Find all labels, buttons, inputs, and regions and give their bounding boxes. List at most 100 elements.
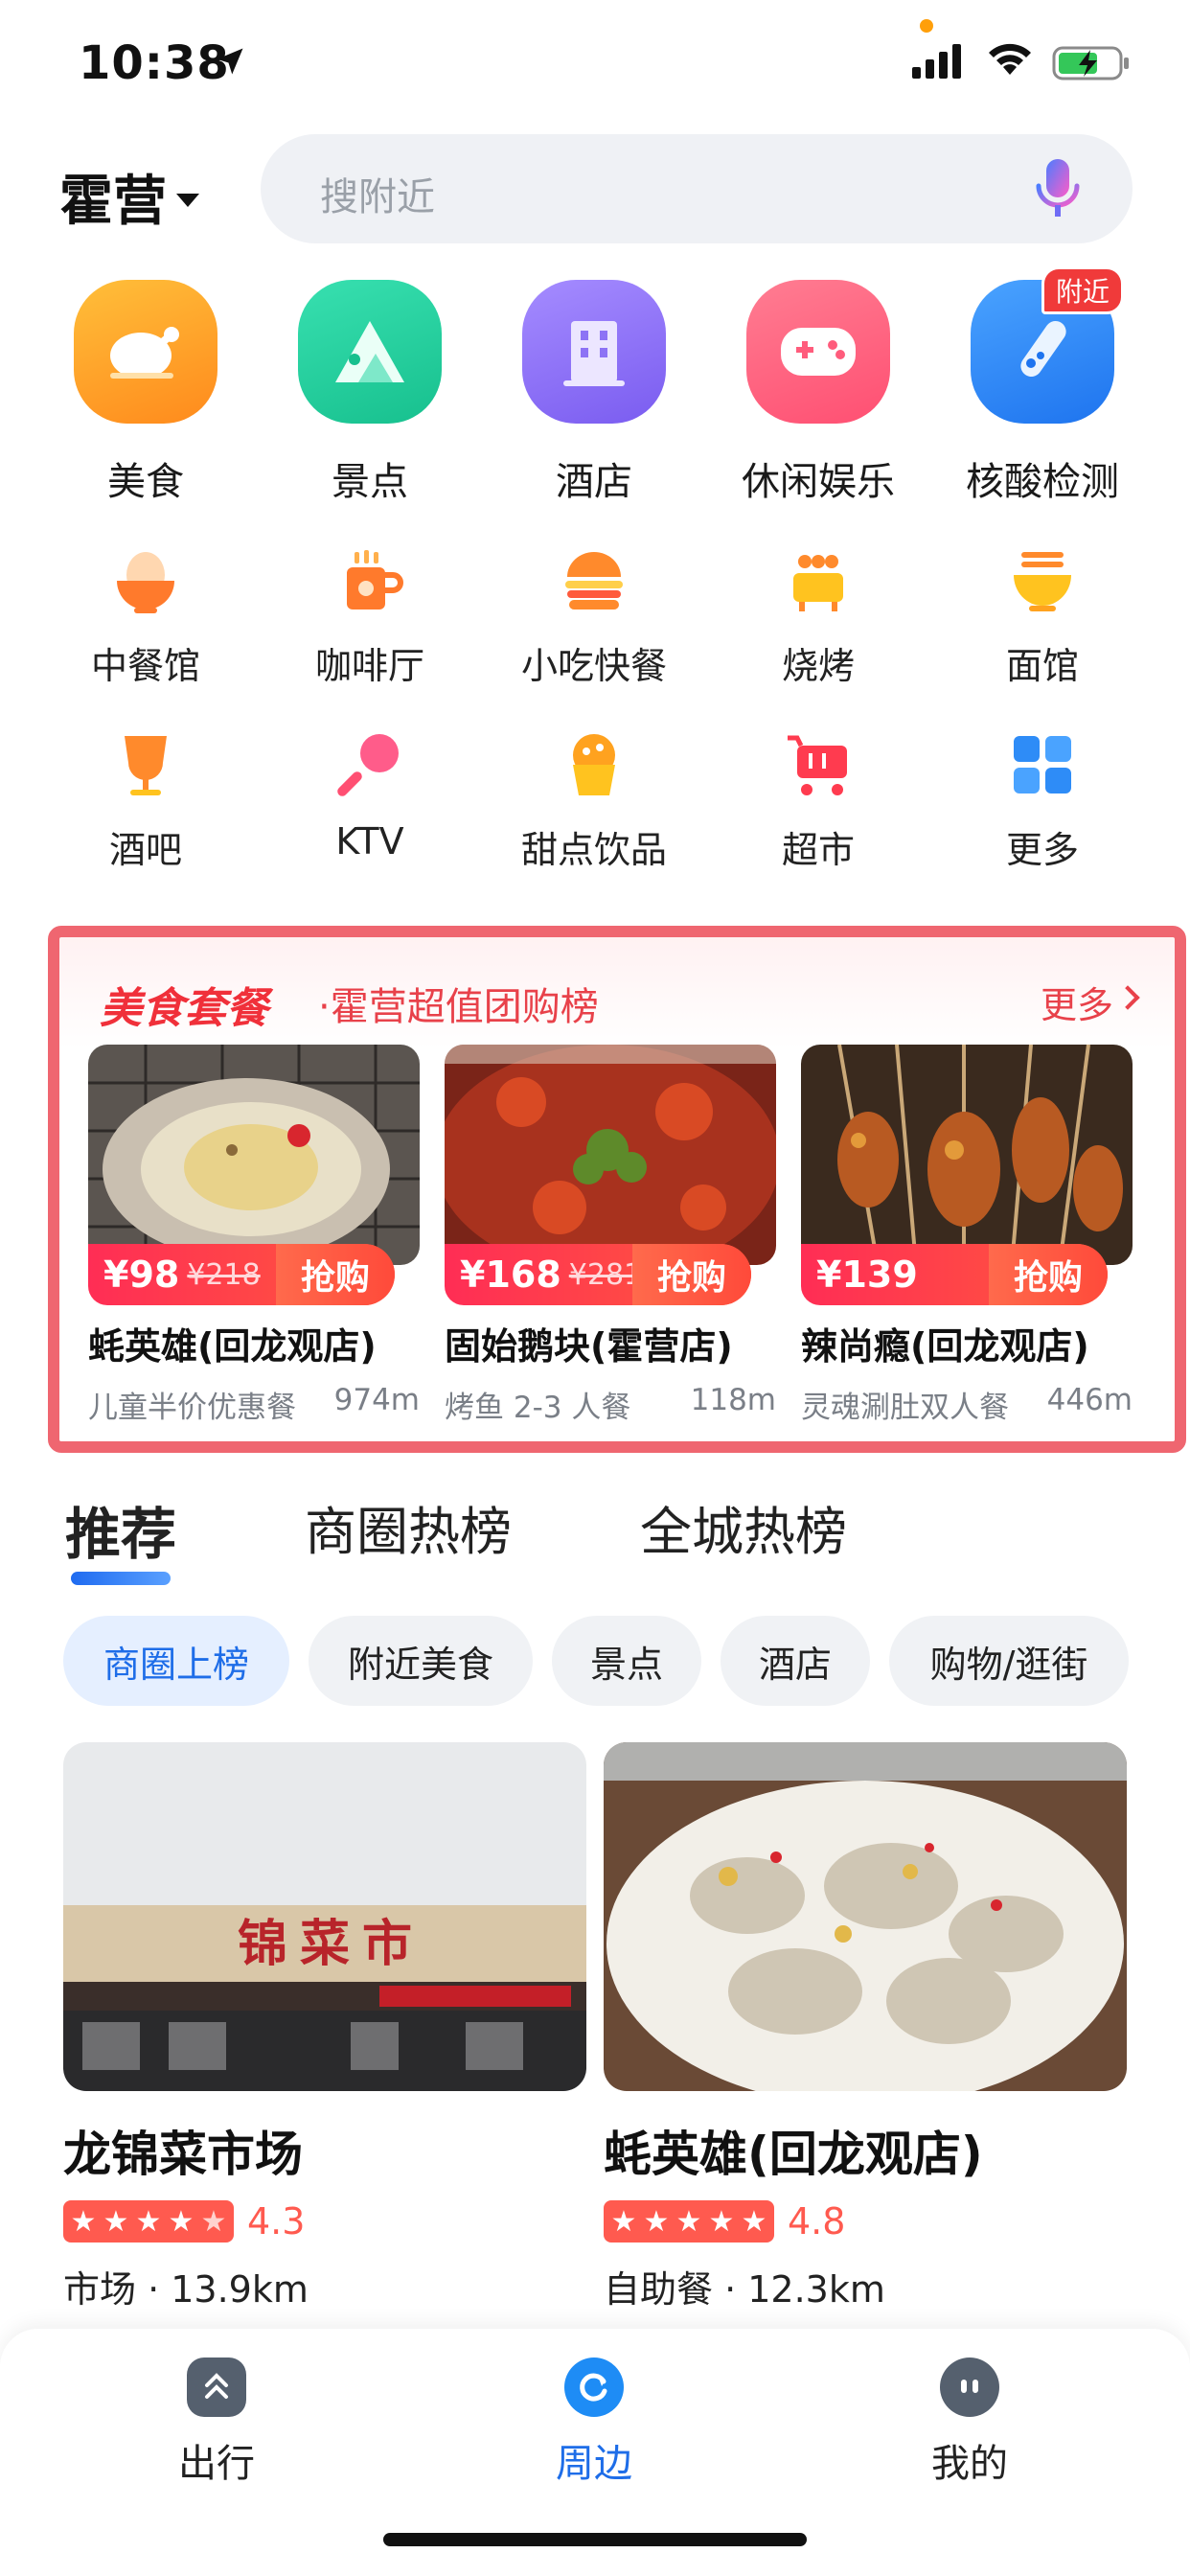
star-icon: ★ — [70, 2204, 97, 2239]
chip-district-ranked[interactable]: 商圈上榜 — [63, 1616, 289, 1706]
combo-more-link[interactable]: 更多 — [1041, 976, 1113, 1028]
wifi-icon — [989, 43, 1031, 75]
subcategory-bar[interactable]: 酒吧 — [40, 726, 251, 873]
chip-scenic[interactable]: 景点 — [552, 1616, 701, 1706]
deal-description: 儿童半价优惠餐 — [88, 1391, 296, 1425]
status-time: 10:38 — [79, 36, 230, 90]
buy-now-button[interactable]: 抢购 — [632, 1244, 751, 1305]
combo-card[interactable]: ¥139 抢购 辣尚瘾(回龙观店) 灵魂涮肚双人餐 446m — [801, 1045, 1133, 1426]
chip-shopping[interactable]: 购物/逛街 — [889, 1616, 1129, 1706]
buy-now-button[interactable]: 抢购 — [989, 1244, 1108, 1305]
market-photo: 锦 菜 市 — [63, 1742, 586, 2091]
subcategory-snack[interactable]: 小吃快餐 — [489, 542, 699, 689]
rating-score: 4.8 — [788, 2200, 846, 2242]
nav-label: 我的 — [931, 2442, 1008, 2486]
combo-subtitle: ·霍营超值团购榜 — [318, 985, 599, 1029]
star-icon: ★ — [200, 2204, 227, 2239]
gamepad-icon — [746, 280, 890, 424]
original-price: ¥281 — [568, 1257, 643, 1292]
category-entertainment[interactable]: 休闲娱乐 — [722, 280, 914, 506]
subcategory-label: 面馆 — [1005, 645, 1079, 687]
microphone-icon[interactable] — [1033, 155, 1083, 222]
price-bar: ¥98 ¥218 抢购 — [88, 1244, 395, 1305]
star-rating: ★ ★ ★ ★ ★ — [604, 2200, 774, 2242]
distance: 118m — [690, 1383, 776, 1417]
star-icon: ★ — [168, 2204, 195, 2239]
caret-down-icon — [176, 193, 199, 207]
shop-name: 辣尚瘾(回龙观店) — [801, 1325, 1089, 1368]
distance: 974m — [333, 1383, 420, 1417]
shopping-cart-icon — [780, 726, 857, 803]
chip-hotel[interactable]: 酒店 — [721, 1616, 870, 1706]
subcategory-label: 更多 — [1005, 829, 1079, 871]
search-bar[interactable]: 搜附近 — [261, 134, 1133, 243]
subcategory-label: KTV — [335, 820, 404, 862]
place-meta: 自助餐 · 12.3km — [604, 2268, 885, 2311]
star-icon: ★ — [610, 2204, 637, 2239]
deal-price: ¥98 — [103, 1254, 180, 1296]
nav-nearby[interactable]: 周边 — [498, 2358, 690, 2488]
buy-now-button[interactable]: 抢购 — [276, 1244, 395, 1305]
feed-tabs: 推荐 商圈热榜 全城热榜 — [0, 1476, 1190, 1591]
subcategory-dessert[interactable]: 甜点饮品 — [489, 726, 699, 873]
city-selector[interactable]: 霍营 — [59, 158, 199, 236]
subcategory-supermarket[interactable]: 超市 — [713, 726, 924, 873]
status-bar: 10:38 — [0, 0, 1190, 134]
category-food[interactable]: 美食 — [50, 280, 241, 506]
tab-recommend[interactable]: 推荐 — [65, 1489, 176, 1570]
star-rating: ★ ★ ★ ★ ★ — [63, 2200, 234, 2242]
category-scenic[interactable]: 景点 — [274, 280, 466, 506]
subcategory-bbq[interactable]: 烧烤 — [713, 542, 924, 689]
combo-card[interactable]: ¥168 ¥281 抢购 固始鹅块(霍营店) 烤鱼 2-3 人餐 118m — [445, 1045, 776, 1426]
active-tab-indicator — [71, 1572, 171, 1585]
subcategory-label: 咖啡厅 — [314, 645, 424, 687]
deal-meta: 儿童半价优惠餐 974m — [88, 1383, 420, 1426]
nav-profile[interactable]: 我的 — [874, 2358, 1065, 2488]
subcategory-label: 超市 — [781, 829, 855, 871]
price-bar: ¥168 ¥281 抢购 — [445, 1244, 751, 1305]
wine-glass-icon — [107, 726, 184, 803]
deal-meta: 烤鱼 2-3 人餐 118m — [445, 1383, 776, 1426]
subcategory-cafe[interactable]: 咖啡厅 — [264, 542, 475, 689]
coffee-cup-icon — [332, 542, 408, 619]
deal-description: 灵魂涮肚双人餐 — [801, 1391, 1009, 1425]
deal-meta: 灵魂涮肚双人餐 446m — [801, 1383, 1133, 1426]
location-arrow-icon — [217, 48, 243, 75]
mountain-icon — [298, 280, 442, 424]
test-tube-icon: 附近 — [971, 266, 1124, 424]
rice-bowl-icon — [107, 542, 184, 619]
tab-district-hot[interactable]: 商圈热榜 — [305, 1489, 512, 1565]
feed-card[interactable]: 蚝英雄(回龙观店) ★ ★ ★ ★ ★ 4.8 自助餐 · 12.3km — [604, 1742, 1127, 2366]
star-icon: ★ — [708, 2204, 735, 2239]
star-icon: ★ — [103, 2204, 129, 2239]
nav-label: 出行 — [178, 2442, 255, 2486]
rating-row: ★ ★ ★ ★ ★ 4.8 — [604, 2200, 1127, 2242]
route-icon — [187, 2358, 246, 2417]
battery-charging-icon — [1052, 46, 1129, 80]
star-icon: ★ — [135, 2204, 162, 2239]
category-nucleic-test[interactable]: 附近 核酸检测 — [947, 266, 1138, 506]
profile-icon — [940, 2358, 999, 2417]
star-icon: ★ — [675, 2204, 702, 2239]
nav-travel[interactable]: 出行 — [121, 2358, 312, 2488]
category-label: 核酸检测 — [966, 460, 1119, 504]
deal-price: ¥139 — [816, 1254, 918, 1296]
subcategory-label: 中餐馆 — [90, 645, 200, 687]
home-indicator — [383, 2533, 807, 2546]
subcategory-more[interactable]: 更多 — [937, 726, 1148, 873]
subcategory-ktv[interactable]: KTV — [264, 726, 475, 862]
combo-title: 美食套餐 — [100, 984, 268, 1033]
subcategory-label: 酒吧 — [108, 829, 182, 871]
combo-card[interactable]: ¥98 ¥218 抢购 蚝英雄(回龙观店) 儿童半价优惠餐 974m — [88, 1045, 420, 1426]
feed-card[interactable]: 锦 菜 市 龙锦菜市场 ★ ★ ★ ★ ★ 4.3 市场 · 13.9km — [63, 1742, 586, 2366]
subcategory-noodles[interactable]: 面馆 — [937, 542, 1148, 689]
category-hotel[interactable]: 酒店 — [498, 280, 690, 506]
subcategory-chinese-restaurant[interactable]: 中餐馆 — [40, 542, 251, 689]
chip-nearby-food[interactable]: 附近美食 — [309, 1616, 533, 1706]
subcategory-label: 甜点饮品 — [520, 829, 667, 871]
star-icon: ★ — [741, 2204, 767, 2239]
food-photo-oyster — [88, 1045, 420, 1265]
place-name: 蚝英雄(回龙观店) — [604, 2127, 983, 2182]
food-photo-goose — [445, 1045, 776, 1265]
tab-city-hot[interactable]: 全城热榜 — [640, 1489, 847, 1565]
